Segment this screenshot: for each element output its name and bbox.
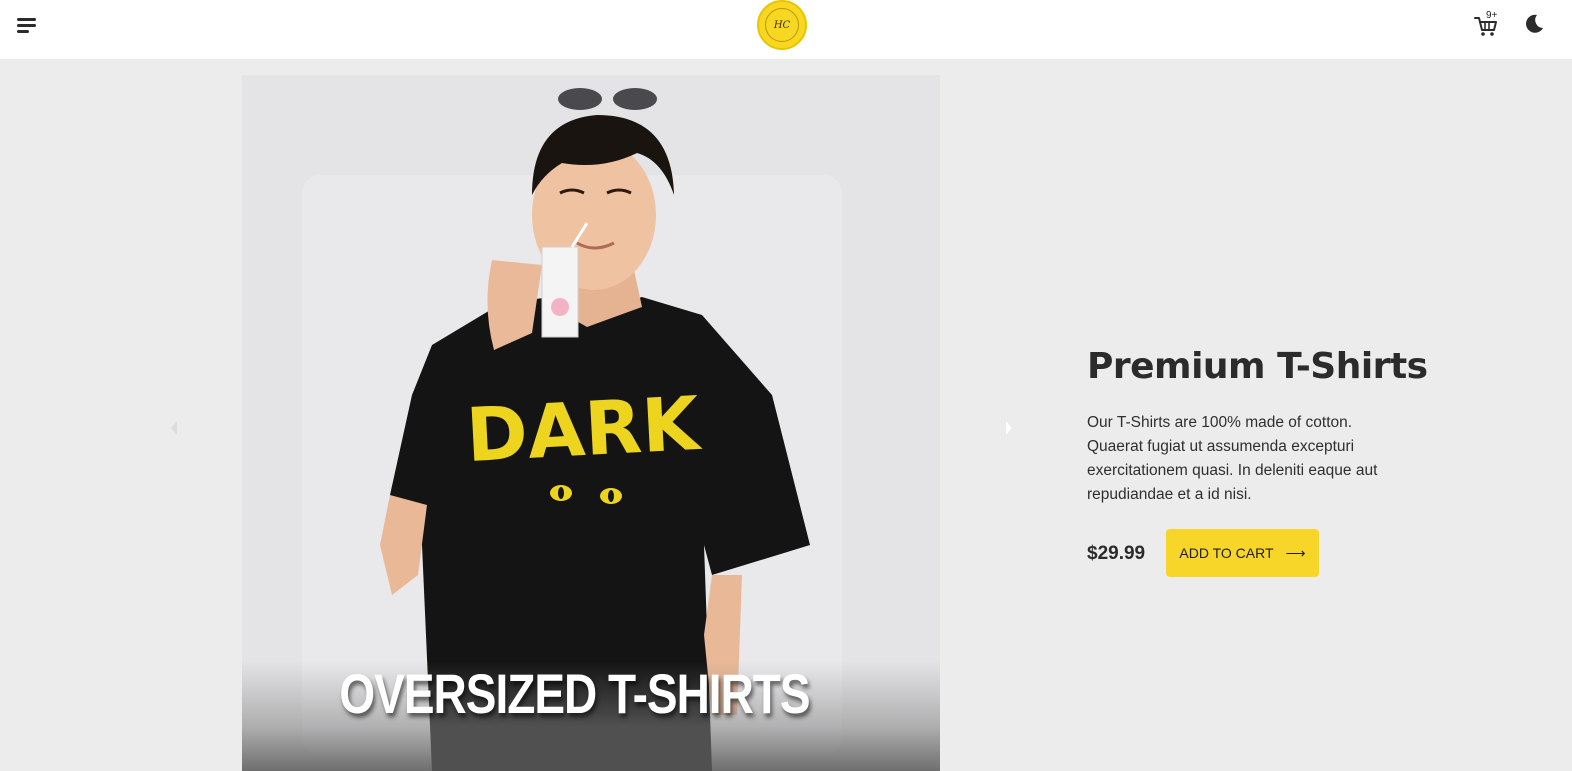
- cart-count-badge: 9+: [1486, 10, 1498, 21]
- chevron-right-icon[interactable]: [1002, 418, 1016, 438]
- menu-icon[interactable]: [17, 17, 37, 35]
- svg-text:DARK: DARK: [464, 381, 704, 479]
- top-header: HC 9+: [0, 0, 1572, 59]
- add-to-cart-label: ADD TO CART: [1179, 545, 1274, 561]
- brand-logo[interactable]: HC: [757, 0, 807, 50]
- moon-icon[interactable]: [1523, 13, 1545, 35]
- arrow-right-icon: ⟶: [1285, 544, 1306, 561]
- hero-image: DARK OVERSIZED T-SHIRTS: [242, 75, 940, 771]
- product-description: Our T-Shirts are 100% made of cotton. Qu…: [1087, 414, 1378, 503]
- hero-caption: OVERSIZED T-SHIRTS: [339, 662, 810, 726]
- add-to-cart-button[interactable]: ADD TO CART ⟶: [1166, 529, 1319, 577]
- product-title: Premium T-Shirts: [1087, 346, 1428, 387]
- logo-text: HC: [765, 8, 799, 42]
- chevron-left-icon[interactable]: [167, 418, 181, 438]
- product-price: $29.99: [1087, 543, 1146, 564]
